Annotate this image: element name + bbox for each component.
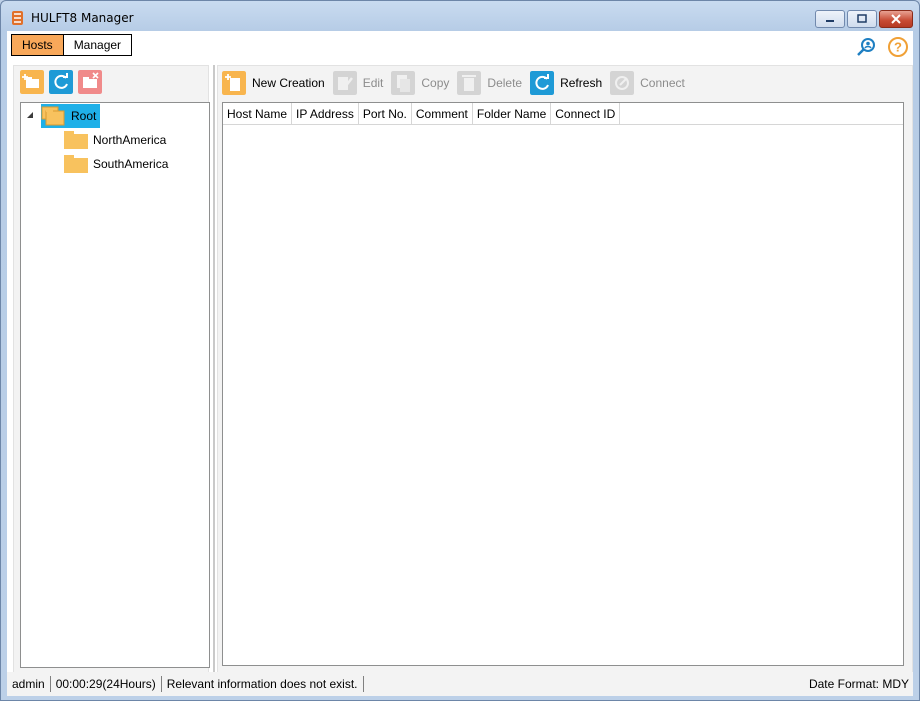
delete-folder-icon[interactable] xyxy=(78,70,102,94)
status-date-format: Date Format: MDY xyxy=(808,677,909,691)
new-host-icon xyxy=(222,71,246,95)
client-area: Hosts Manager ? Root NorthAmerica SouthA… xyxy=(7,31,913,695)
refresh-label: Refresh xyxy=(560,76,603,90)
restore-icon xyxy=(857,14,867,23)
host-grid[interactable]: Host Name IP Address Port No. Comment Fo… xyxy=(222,102,904,666)
minimize-icon xyxy=(826,20,834,22)
minimize-button[interactable] xyxy=(815,10,845,28)
copy-icon xyxy=(391,71,416,95)
folder-icon xyxy=(64,131,88,149)
column-folder-name[interactable]: Folder Name xyxy=(473,103,552,124)
tree-node-root[interactable]: Root xyxy=(21,104,101,128)
app-window: HULFT8 Manager Hosts Manager ? Root Nort… xyxy=(0,0,920,701)
tree-node-southamerica[interactable]: SouthAmerica xyxy=(63,152,168,176)
column-host-name[interactable]: Host Name xyxy=(223,103,293,124)
app-logo-icon xyxy=(12,11,23,25)
folder-tree: Root NorthAmerica SouthAmerica xyxy=(20,102,210,668)
main-tabs: Hosts Manager xyxy=(11,34,133,56)
tab-hosts[interactable]: Hosts xyxy=(12,35,64,55)
tree-label-southamerica: SouthAmerica xyxy=(93,157,169,171)
connect-button[interactable]: Connect xyxy=(610,71,685,95)
title-bar[interactable]: HULFT8 Manager xyxy=(1,1,919,31)
column-comment[interactable]: Comment xyxy=(412,103,473,124)
folders-icon xyxy=(41,106,65,126)
tree-label-northamerica: NorthAmerica xyxy=(93,133,167,147)
svg-text:?: ? xyxy=(894,40,902,55)
close-icon xyxy=(891,14,901,24)
host-pane: New Creation Edit Copy Delete Refresh Co… xyxy=(217,65,913,695)
search-user-icon[interactable] xyxy=(855,36,877,58)
status-user: admin xyxy=(7,676,51,692)
restore-button[interactable] xyxy=(847,10,877,28)
column-ip-address[interactable]: IP Address xyxy=(292,103,359,124)
status-message: Relevant information does not exist. xyxy=(162,676,364,692)
edit-icon xyxy=(332,71,357,95)
collapse-arrow-icon[interactable] xyxy=(27,112,33,118)
close-button[interactable] xyxy=(879,10,913,28)
tree-label-root: Root xyxy=(71,109,97,123)
tree-node-northamerica[interactable]: NorthAmerica xyxy=(63,128,166,152)
refresh-icon[interactable] xyxy=(49,70,73,94)
copy-button[interactable]: Copy xyxy=(391,71,449,95)
copy-label: Copy xyxy=(421,76,450,90)
column-connect-id[interactable]: Connect ID xyxy=(551,103,621,124)
folder-icon xyxy=(64,155,88,173)
refresh-button[interactable]: Refresh xyxy=(530,71,602,95)
host-toolbar: New Creation Edit Copy Delete Refresh Co… xyxy=(222,70,693,96)
new-creation-button[interactable]: New Creation xyxy=(222,71,325,95)
status-bar: admin 00:00:29(24Hours) Relevant informa… xyxy=(7,672,913,696)
refresh-icon xyxy=(530,71,555,95)
help-icon[interactable]: ? xyxy=(887,36,909,58)
new-creation-label: New Creation xyxy=(252,76,325,90)
delete-button[interactable]: Delete xyxy=(457,71,522,95)
edit-label: Edit xyxy=(362,76,384,90)
grid-header: Host Name IP Address Port No. Comment Fo… xyxy=(223,103,903,125)
tab-manager[interactable]: Manager xyxy=(64,35,131,55)
edit-button[interactable]: Edit xyxy=(332,71,384,95)
folder-pane: Root NorthAmerica SouthAmerica xyxy=(13,65,210,695)
window-title: HULFT8 Manager xyxy=(31,11,134,25)
delete-label: Delete xyxy=(487,76,523,90)
pane-splitter[interactable] xyxy=(213,65,215,695)
trash-icon xyxy=(457,71,482,95)
column-port-no[interactable]: Port No. xyxy=(359,103,412,124)
connect-icon xyxy=(610,71,635,95)
status-time: 00:00:29(24Hours) xyxy=(51,676,162,692)
new-folder-icon[interactable] xyxy=(20,70,44,94)
connect-label: Connect xyxy=(640,76,685,90)
